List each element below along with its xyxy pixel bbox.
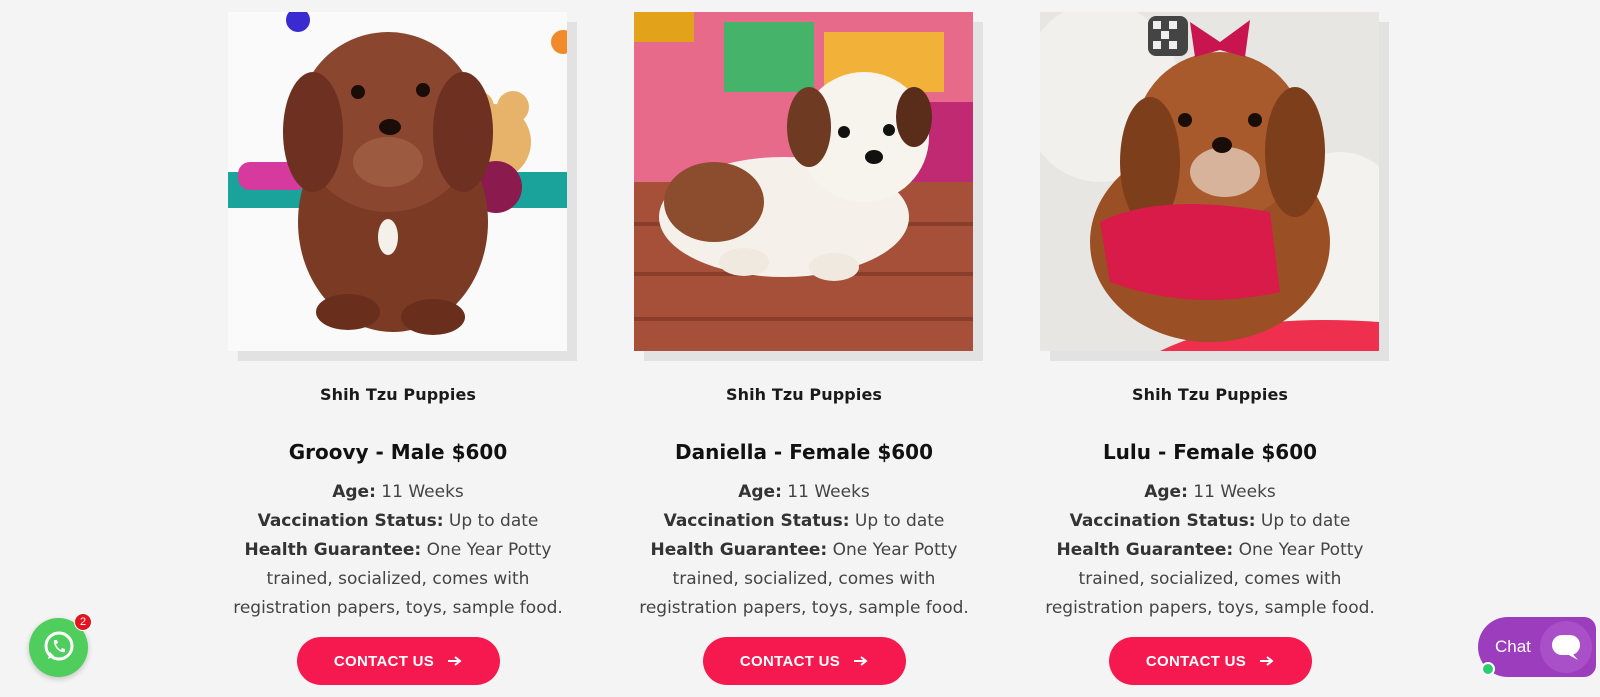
puppy-photo[interactable] <box>634 12 973 351</box>
vaccination-value: Up to date <box>1260 511 1351 531</box>
listing-category: Shih Tzu Puppies <box>725 385 883 404</box>
arrow-right-icon <box>448 653 462 670</box>
puppy-card: Shih Tzu Puppies Groovy - Male $600 Age:… <box>228 12 577 685</box>
listing-details: Age: 11 Weeks Vaccination Status: Up to … <box>1040 478 1380 623</box>
age-value: 11 Weeks <box>381 482 464 502</box>
whatsapp-icon <box>42 629 76 667</box>
health-label: Health Guarantee: <box>1056 540 1234 560</box>
vaccination-value: Up to date <box>448 511 539 531</box>
puppy-photo[interactable] <box>1040 12 1379 351</box>
health-label: Health Guarantee: <box>244 540 422 560</box>
listing-details: Age: 11 Weeks Vaccination Status: Up to … <box>634 478 974 623</box>
chat-label: Chat <box>1495 637 1531 656</box>
age-value: 11 Weeks <box>1193 482 1276 502</box>
age-label: Age: <box>332 482 376 502</box>
health-label: Health Guarantee: <box>650 540 828 560</box>
age-label: Age: <box>738 482 782 502</box>
age-label: Age: <box>1144 482 1188 502</box>
age-value: 11 Weeks <box>787 482 870 502</box>
listing-title: Daniella - Female $600 <box>675 440 933 464</box>
contact-us-button[interactable]: CONTACT US <box>1108 637 1312 685</box>
listing-details: Age: 11 Weeks Vaccination Status: Up to … <box>228 478 568 623</box>
puppy-photo-frame <box>228 12 577 362</box>
vaccination-label: Vaccination Status: <box>1069 511 1256 531</box>
puppy-card: Shih Tzu Puppies Lulu - Female $600 Age:… <box>1040 12 1389 685</box>
arrow-right-icon <box>854 653 868 670</box>
puppy-photo[interactable] <box>228 12 567 351</box>
chat-widget-button[interactable]: Chat <box>1478 617 1596 677</box>
listing-title: Lulu - Female $600 <box>1102 440 1318 464</box>
vaccination-label: Vaccination Status: <box>257 511 444 531</box>
online-status-dot <box>1481 662 1495 676</box>
vaccination-value: Up to date <box>854 511 945 531</box>
contact-us-button[interactable]: CONTACT US <box>296 637 500 685</box>
listing-title: Groovy - Male $600 <box>288 440 508 464</box>
contact-us-button[interactable]: CONTACT US <box>702 637 906 685</box>
chat-bubble-icon <box>1540 621 1592 673</box>
notification-badge: 2 <box>74 613 92 631</box>
arrow-right-icon <box>1260 653 1274 670</box>
contact-us-label: CONTACT US <box>739 652 841 670</box>
puppy-card: Shih Tzu Puppies Daniella - Female $600 … <box>634 12 983 685</box>
listing-category: Shih Tzu Puppies <box>319 385 477 404</box>
contact-us-label: CONTACT US <box>1145 652 1247 670</box>
contact-us-label: CONTACT US <box>333 652 435 670</box>
puppy-photo-frame <box>1040 12 1389 362</box>
vaccination-label: Vaccination Status: <box>663 511 850 531</box>
listing-category: Shih Tzu Puppies <box>1131 385 1289 404</box>
puppy-photo-frame <box>634 12 983 362</box>
